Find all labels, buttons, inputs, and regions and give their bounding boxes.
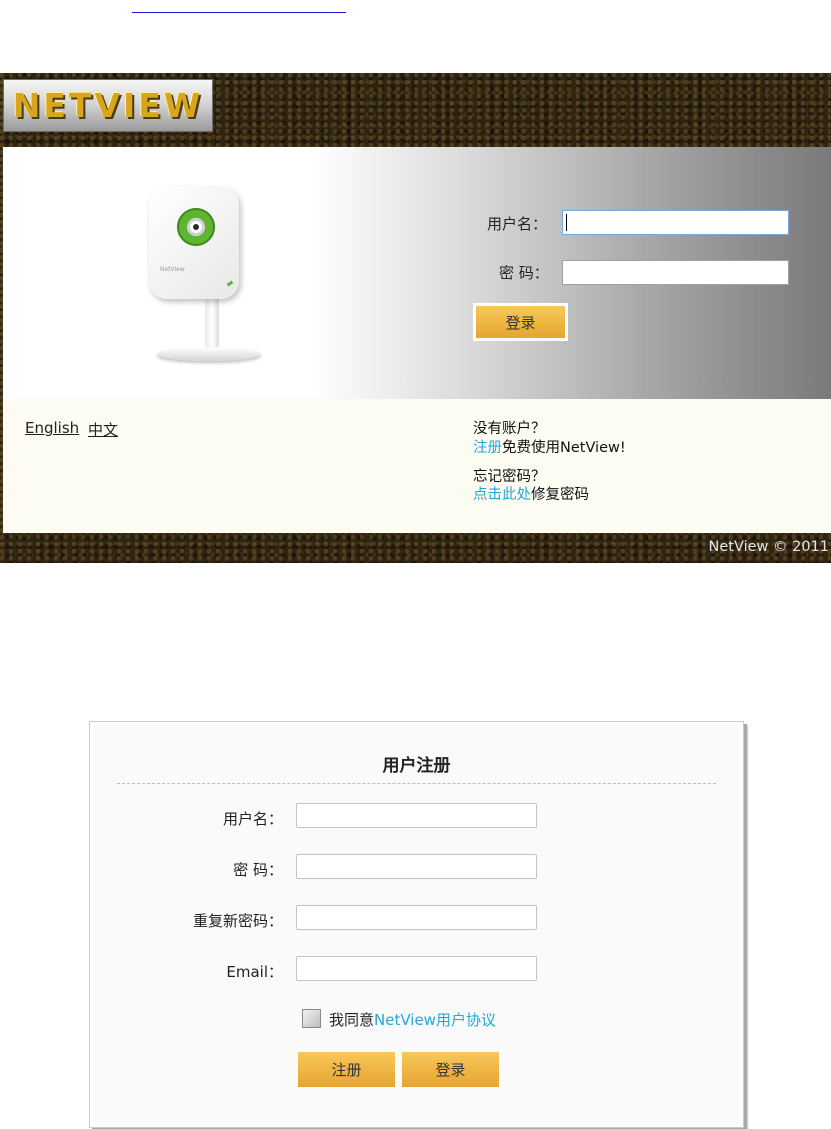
camera-body: NetView xyxy=(149,187,239,299)
reg-email-label: Email： xyxy=(226,963,283,981)
camera-stand xyxy=(205,295,219,355)
register-dialog: 用户注册 用户名： 密 码： 重复新密码： Email： 我同意NetView用… xyxy=(89,721,744,1128)
reg-password-input[interactable] xyxy=(296,854,537,879)
reg-login-button[interactable]: 登录 xyxy=(402,1052,499,1087)
register-link[interactable]: 注册 xyxy=(473,440,502,456)
login-frame: NETVIEW NetView 用户名： 密 码： 登录 English 中文 xyxy=(0,73,831,563)
register-button[interactable]: 注册 xyxy=(298,1052,395,1087)
login-lower-panel: English 中文 没有账户？ 注册免费使用NetView! 忘记密码？ 点击… xyxy=(3,399,831,533)
click-here-link[interactable]: 点击此处 xyxy=(473,487,531,503)
copyright-text: NetView © 2011 xyxy=(708,539,829,555)
netview-logo: NETVIEW xyxy=(3,79,213,132)
reg-email-input[interactable] xyxy=(296,956,537,981)
agree-prefix: 我同意 xyxy=(329,1011,375,1029)
camera-base xyxy=(157,347,261,361)
camera-led xyxy=(226,280,234,287)
register-line: 注册免费使用NetView! xyxy=(473,436,626,457)
password-label: 密 码： xyxy=(499,264,549,282)
username-input[interactable] xyxy=(562,210,789,235)
register-title: 用户注册 xyxy=(382,756,451,776)
register-suffix: 免费使用NetView! xyxy=(502,440,626,456)
reg-repeat-password-input[interactable] xyxy=(296,905,537,930)
lang-chinese-link[interactable]: 中文 xyxy=(88,419,118,440)
reg-username-input[interactable] xyxy=(296,803,537,828)
repair-line: 点击此处修复密码 xyxy=(473,483,589,504)
lang-english-link[interactable]: English xyxy=(25,419,79,437)
agree-checkbox[interactable] xyxy=(302,1009,321,1028)
agreement-link[interactable]: NetView用户协议 xyxy=(374,1011,496,1029)
camera-lens-dot xyxy=(193,224,199,230)
register-divider xyxy=(117,783,716,784)
password-input[interactable] xyxy=(562,260,789,285)
login-button[interactable]: 登录 xyxy=(473,303,568,341)
register-dialog-body: 用户注册 用户名： 密 码： 重复新密码： Email： 我同意NetView用… xyxy=(93,725,740,1124)
agree-line: 我同意NetView用户协议 xyxy=(329,1009,496,1030)
username-label: 用户名： xyxy=(487,215,548,233)
camera-lens xyxy=(177,208,215,246)
repair-suffix: 修复密码 xyxy=(531,487,589,503)
top-link-underline[interactable] xyxy=(132,0,346,13)
text-cursor xyxy=(566,214,567,231)
login-hero: NetView 用户名： 密 码： 登录 xyxy=(3,147,831,399)
camera-illustration: NetView xyxy=(143,187,273,372)
reg-password-label: 密 码： xyxy=(233,861,283,879)
no-account-text: 没有账户？ xyxy=(473,421,546,437)
reg-username-label: 用户名： xyxy=(222,810,283,828)
logo-text: NETVIEW xyxy=(12,86,204,125)
reg-repeat-password-label: 重复新密码： xyxy=(192,912,283,930)
camera-lens-inner xyxy=(187,218,205,236)
camera-brand-label: NetView xyxy=(160,266,185,273)
